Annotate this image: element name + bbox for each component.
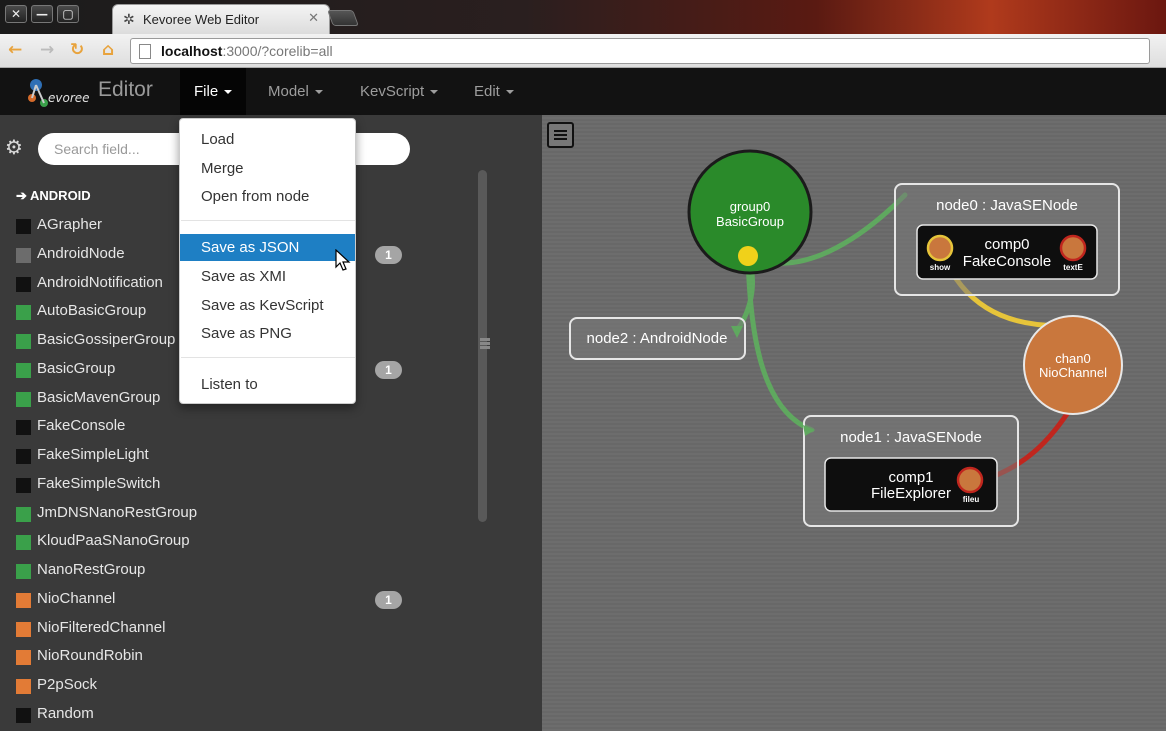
chan0-name: chan0 [1055, 351, 1090, 366]
node2-box[interactable]: node2 : AndroidNode [569, 317, 746, 360]
group0-name: group0 [730, 199, 770, 214]
chan0-type: NioChannel [1039, 365, 1107, 380]
menu-item-listen-to[interactable]: Listen to [180, 371, 355, 398]
comp1-name: comp1 [888, 469, 933, 486]
menu-item-merge[interactable]: Merge [180, 155, 355, 182]
menu-divider [181, 220, 355, 221]
menu-item-save-json[interactable]: Save as JSON [180, 234, 355, 261]
menu-item-save-kevscript[interactable]: Save as KevScript [180, 292, 355, 319]
node1-box[interactable]: node1 : JavaSENode comp1 FileExplorer fi… [803, 415, 1019, 527]
comp1-port-fileu[interactable] [956, 466, 984, 494]
node0-title: node0 : JavaSENode [936, 197, 1078, 214]
comp1-type: FileExplorer [871, 485, 951, 502]
comp0-port-texte[interactable] [1059, 234, 1087, 262]
comp0-type: FakeConsole [963, 253, 1051, 270]
node0-box[interactable]: node0 : JavaSENode comp0 FakeConsole sho… [894, 183, 1120, 296]
comp0-port-show[interactable] [926, 234, 954, 262]
node1-title: node1 : JavaSENode [840, 429, 982, 446]
menu-divider [181, 357, 355, 358]
group0-circle[interactable]: group0 BasicGroup [687, 149, 813, 275]
menu-item-save-xmi[interactable]: Save as XMI [180, 263, 355, 290]
model-diagram: group0 BasicGroup node0 : JavaSENode com… [569, 149, 1123, 527]
node2-title: node2 : AndroidNode [587, 330, 728, 347]
menu-item-open-from-node[interactable]: Open from node [180, 183, 355, 210]
port-fileu-label: fileu [963, 495, 980, 504]
menu-item-load[interactable]: Load [180, 126, 355, 153]
file-dropdown-menu: Load Merge Open from node Save as JSON S… [179, 118, 356, 404]
group-link-node1[interactable] [745, 253, 815, 433]
group0-type: BasicGroup [716, 214, 784, 229]
group0-port[interactable] [738, 246, 758, 266]
chan0-circle[interactable]: chan0 NioChannel [1023, 315, 1123, 415]
comp0-name: comp0 [984, 236, 1029, 253]
port-show-label: show [930, 263, 951, 272]
mouse-cursor-icon [335, 249, 351, 271]
port-texte-label: textE [1063, 263, 1083, 272]
menu-item-save-png[interactable]: Save as PNG [180, 320, 355, 347]
